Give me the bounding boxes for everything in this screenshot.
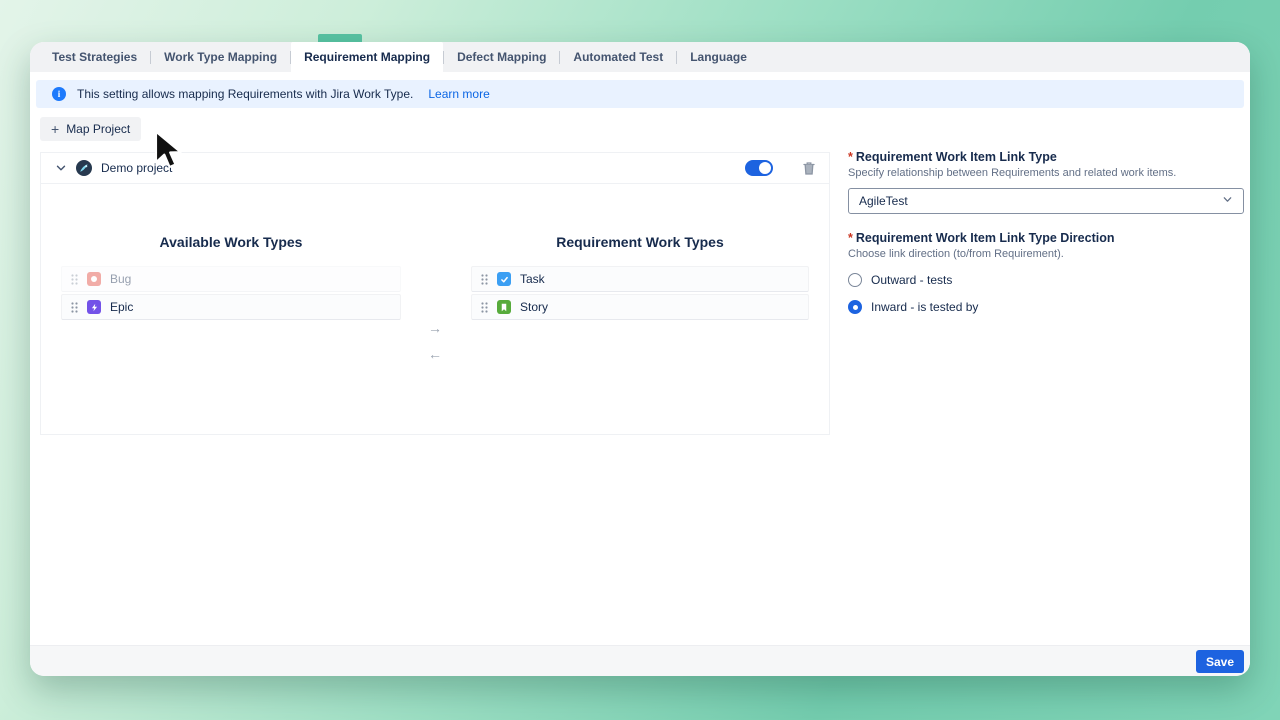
link-type-select[interactable]: AgileTest (848, 188, 1244, 214)
work-type-row-task[interactable]: Task (471, 266, 809, 292)
info-banner-text: This setting allows mapping Requirements… (77, 87, 413, 101)
work-type-row-story[interactable]: Story (471, 294, 809, 320)
available-work-types-title: Available Work Types (61, 234, 401, 250)
bug-icon (87, 272, 101, 286)
project-avatar (76, 160, 92, 176)
move-right-arrow-icon[interactable]: → (425, 320, 445, 336)
link-settings-section: *Requirement Work Item Link Type Specify… (848, 150, 1244, 314)
link-type-selected-value: AgileTest (859, 194, 908, 208)
drag-handle-icon[interactable] (71, 274, 78, 285)
tab-requirement-mapping[interactable]: Requirement Mapping (291, 42, 443, 72)
link-type-label: *Requirement Work Item Link Type (848, 150, 1244, 164)
trash-icon[interactable] (802, 161, 816, 176)
save-button[interactable]: Save (1196, 650, 1244, 673)
required-asterisk: * (848, 231, 853, 245)
radio-label: Inward - is tested by (871, 300, 978, 314)
required-asterisk: * (848, 150, 853, 164)
drag-handle-icon[interactable] (481, 274, 488, 285)
work-type-label: Epic (110, 300, 133, 314)
tab-work-type-mapping[interactable]: Work Type Mapping (151, 42, 290, 72)
radio-label: Outward - tests (871, 273, 952, 287)
map-project-button[interactable]: + Map Project (40, 117, 141, 141)
map-project-label: Map Project (66, 122, 130, 136)
drag-handle-icon[interactable] (71, 302, 78, 313)
link-direction-help: Choose link direction (to/from Requireme… (848, 248, 1244, 260)
radio-inward-is-tested-by[interactable]: Inward - is tested by (848, 300, 1244, 314)
link-type-help: Specify relationship between Requirement… (848, 167, 1244, 179)
tab-language[interactable]: Language (677, 42, 760, 72)
work-type-row-bug[interactable]: Bug (61, 266, 401, 292)
plus-icon: + (51, 121, 59, 137)
radio-icon[interactable] (848, 273, 862, 287)
info-icon: i (52, 87, 66, 101)
tab-defect-mapping[interactable]: Defect Mapping (444, 42, 559, 72)
project-mapping-panel: Demo project Available Work Types Requir… (40, 152, 830, 435)
radio-icon-checked[interactable] (848, 300, 862, 314)
work-type-label: Bug (110, 272, 131, 286)
info-banner: i This setting allows mapping Requiremen… (36, 80, 1244, 108)
settings-card: Test Strategies Work Type Mapping Requir… (30, 42, 1250, 676)
app-background: { "tabs": [ {"label": "Test Strategies",… (0, 0, 1280, 720)
mapping-columns: Available Work Types Requirement Work Ty… (41, 184, 829, 434)
task-icon (497, 272, 511, 286)
work-type-label: Task (520, 272, 545, 286)
chevron-down-icon[interactable] (55, 162, 67, 174)
work-type-label: Story (520, 300, 548, 314)
work-type-row-epic[interactable]: Epic (61, 294, 401, 320)
card-footer: Save (30, 645, 1250, 676)
chevron-down-icon (1222, 194, 1233, 208)
tab-automated-test[interactable]: Automated Test (560, 42, 676, 72)
learn-more-link[interactable]: Learn more (428, 87, 489, 101)
project-name[interactable]: Demo project (101, 161, 172, 175)
requirement-work-types-title: Requirement Work Types (471, 234, 809, 250)
story-icon (497, 300, 511, 314)
link-direction-label: *Requirement Work Item Link Type Directi… (848, 231, 1244, 245)
radio-outward-tests[interactable]: Outward - tests (848, 273, 1244, 287)
tab-test-strategies[interactable]: Test Strategies (39, 42, 150, 72)
epic-icon (87, 300, 101, 314)
project-enabled-toggle[interactable] (745, 160, 773, 176)
move-left-arrow-icon[interactable]: ← (425, 346, 445, 362)
project-header-row: Demo project (41, 153, 829, 184)
drag-handle-icon[interactable] (481, 302, 488, 313)
tab-bar: Test Strategies Work Type Mapping Requir… (30, 42, 1250, 72)
